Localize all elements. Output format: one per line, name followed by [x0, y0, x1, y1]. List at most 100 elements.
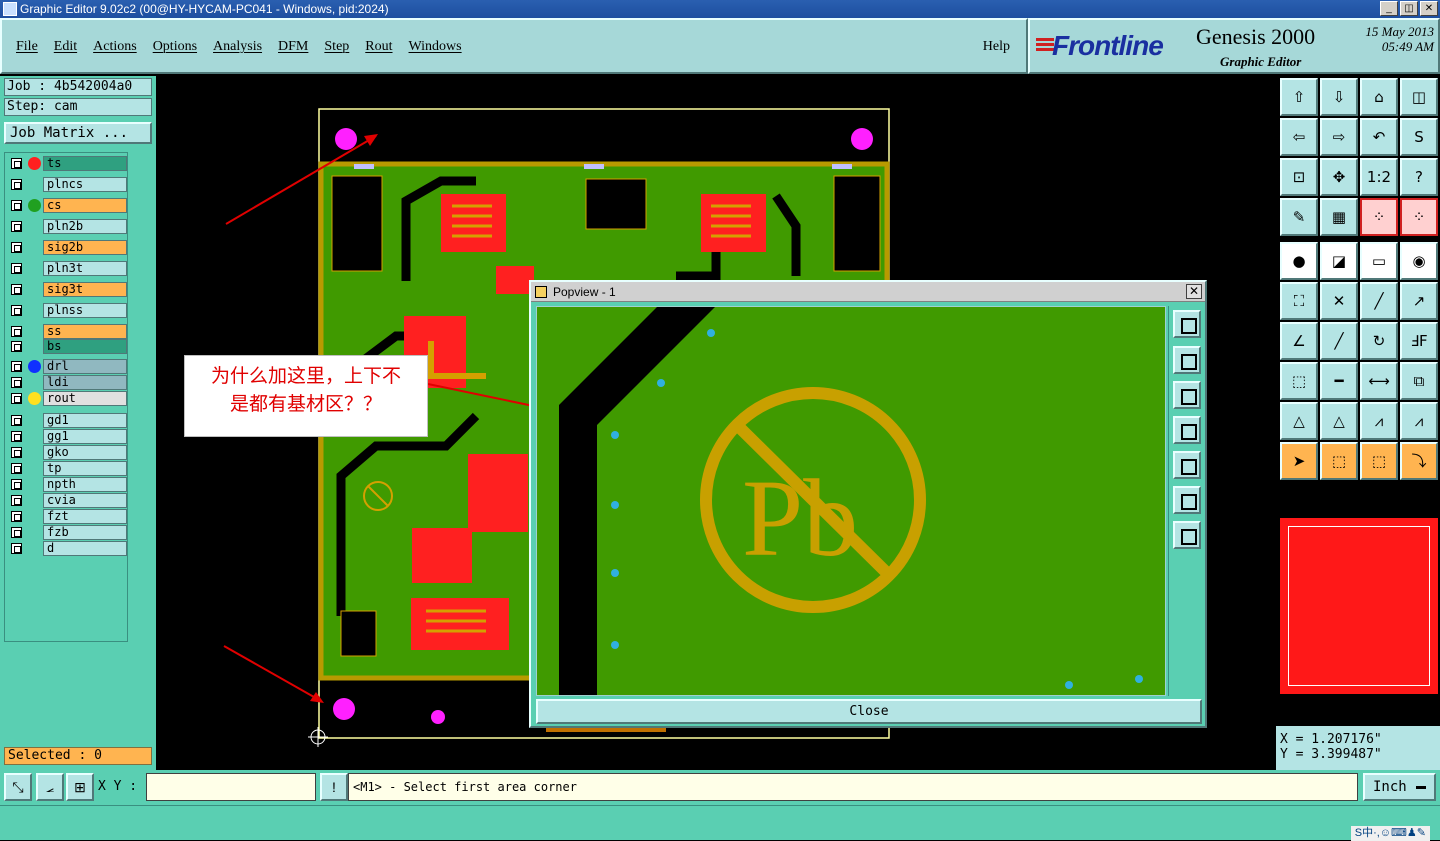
layer-row-rout[interactable]: rout [7, 391, 127, 406]
layer-checkbox[interactable] [11, 158, 22, 169]
layer-row-fzt[interactable]: fzt [7, 509, 127, 524]
layer-row-cvia[interactable]: cvia [7, 493, 127, 508]
snap-icon[interactable]: ⁘ [1360, 198, 1398, 236]
layer-checkbox[interactable] [11, 511, 22, 522]
close-window-button[interactable]: ✕ [1420, 1, 1438, 16]
layer-checkbox[interactable] [11, 393, 22, 404]
popview-titlebar[interactable]: Popview - 1 ✕ [531, 282, 1205, 302]
select-box-icon[interactable]: ⬚ [1320, 442, 1358, 480]
layer-name[interactable]: rout [43, 391, 127, 406]
triangle-icon[interactable]: △ [1280, 402, 1318, 440]
layer-row-plnss[interactable]: plnss [7, 303, 127, 318]
layer-name[interactable]: sig2b [43, 240, 127, 255]
menu-windows[interactable]: Windows [409, 39, 462, 55]
popview-pan-right-icon[interactable] [1173, 451, 1201, 479]
popview-close-icon[interactable]: ✕ [1186, 284, 1202, 299]
layer-name[interactable]: tp [43, 461, 127, 476]
layer-name[interactable]: ts [43, 156, 127, 171]
add-feature-icon[interactable]: ● [1280, 242, 1318, 280]
popview-zoom-tool-icon[interactable] [1173, 310, 1201, 338]
layer-name[interactable]: cs [43, 198, 127, 213]
snap-net-icon[interactable]: ⁘ [1400, 198, 1438, 236]
layer-checkbox[interactable] [11, 495, 22, 506]
layer-checkbox[interactable] [11, 326, 22, 337]
pad-icon[interactable]: ◉ [1400, 242, 1438, 280]
layer-checkbox[interactable] [11, 263, 22, 274]
popview-pan-down-icon[interactable] [1173, 381, 1201, 409]
layer-name[interactable]: sig3t [43, 282, 127, 297]
menu-step[interactable]: Step [324, 39, 349, 55]
layer-name[interactable]: gd1 [43, 413, 127, 428]
layer-row-gko[interactable]: gko [7, 445, 127, 460]
menu-actions[interactable]: Actions [93, 39, 137, 55]
pan-up-icon[interactable]: ⇧ [1280, 78, 1318, 116]
layer-checkbox[interactable] [11, 305, 22, 316]
popview-close-button[interactable]: Close [536, 699, 1202, 724]
layer-checkbox[interactable] [11, 415, 22, 426]
xy-input[interactable] [146, 773, 316, 801]
measure-tool-icon[interactable]: ⦟ [36, 773, 64, 801]
layer-row-ts[interactable]: ts [7, 156, 127, 171]
ime-toolbar[interactable]: S中·,☺⌨♟✎ [1350, 826, 1430, 841]
cross-icon[interactable]: ✕ [1320, 282, 1358, 320]
menu-rout[interactable]: Rout [365, 39, 392, 55]
layer-name[interactable]: plncs [43, 177, 127, 192]
layer-checkbox[interactable] [11, 179, 22, 190]
layer-name[interactable]: pln3t [43, 261, 127, 276]
popview-pan-left-icon[interactable] [1173, 416, 1201, 444]
help-icon[interactable]: ? [1400, 158, 1438, 196]
layer-name[interactable]: drl [43, 359, 127, 374]
slash-icon[interactable]: ╱ [1320, 322, 1358, 360]
popview-zoom-center-icon[interactable] [1173, 521, 1201, 549]
layer-row-d[interactable]: d [7, 541, 127, 556]
move-icon[interactable]: ⬚ [1280, 362, 1318, 400]
layer-name[interactable]: fzt [43, 509, 127, 524]
layer-row-ldi[interactable]: ldi [7, 375, 127, 390]
layer-name[interactable]: ss [43, 324, 127, 339]
group-icon[interactable]: ⧉ [1400, 362, 1438, 400]
layer-row-gd1[interactable]: gd1 [7, 413, 127, 428]
ruler-icon[interactable]: ▭ [1360, 242, 1398, 280]
pan-right-icon[interactable]: ⇨ [1320, 118, 1358, 156]
layer-name[interactable]: gko [43, 445, 127, 460]
layer-name[interactable]: fzb [43, 525, 127, 540]
line-icon[interactable]: ╱ [1360, 282, 1398, 320]
triangle-4-icon[interactable]: ⩘ [1400, 402, 1438, 440]
resize-icon[interactable]: ⟷ [1360, 362, 1398, 400]
layer-name[interactable]: pln2b [43, 219, 127, 234]
menu-analysis[interactable]: Analysis [213, 39, 262, 55]
menu-edit[interactable]: Edit [54, 39, 77, 55]
layer-name[interactable]: gg1 [43, 429, 127, 444]
connect-icon[interactable]: ⛶ [1280, 282, 1318, 320]
layer-checkbox[interactable] [11, 479, 22, 490]
triangle-2-icon[interactable]: △ [1320, 402, 1358, 440]
zoom-fit-icon[interactable]: ⊡ [1280, 158, 1318, 196]
layer-checkbox[interactable] [11, 361, 22, 372]
layer-row-fzb[interactable]: fzb [7, 525, 127, 540]
job-matrix-button[interactable]: Job Matrix ... [4, 122, 152, 144]
layer-row-pln2b[interactable]: pln2b [7, 219, 127, 234]
layer-checkbox[interactable] [11, 447, 22, 458]
rotate-icon[interactable]: ↻ [1360, 322, 1398, 360]
layer-row-plncs[interactable]: plncs [7, 177, 127, 192]
layer-name[interactable]: d [43, 541, 127, 556]
split-icon[interactable]: ━ [1320, 362, 1358, 400]
grid-snap-icon[interactable]: ⊞ [66, 773, 94, 801]
layer-checkbox[interactable] [11, 377, 22, 388]
zoom-center-icon[interactable]: ✥ [1320, 158, 1358, 196]
minimize-button[interactable]: _ [1380, 1, 1398, 16]
layer-checkbox[interactable] [11, 543, 22, 554]
maximize-button[interactable]: ◫ [1400, 1, 1418, 16]
layer-name[interactable]: ldi [43, 375, 127, 390]
layer-checkbox[interactable] [11, 527, 22, 538]
mirror-icon[interactable]: ℲF [1400, 322, 1438, 360]
arrow-line-icon[interactable]: ↗ [1400, 282, 1438, 320]
window-view-icon[interactable]: ◫ [1400, 78, 1438, 116]
layer-row-tp[interactable]: tp [7, 461, 127, 476]
alert-icon[interactable]: ! [320, 773, 348, 801]
pan-down-icon[interactable]: ⇩ [1320, 78, 1358, 116]
route-icon[interactable]: ◪ [1320, 242, 1358, 280]
menu-help[interactable]: Help [983, 39, 1010, 55]
layer-checkbox[interactable] [11, 341, 22, 352]
grid-icon[interactable]: ▦ [1320, 198, 1358, 236]
